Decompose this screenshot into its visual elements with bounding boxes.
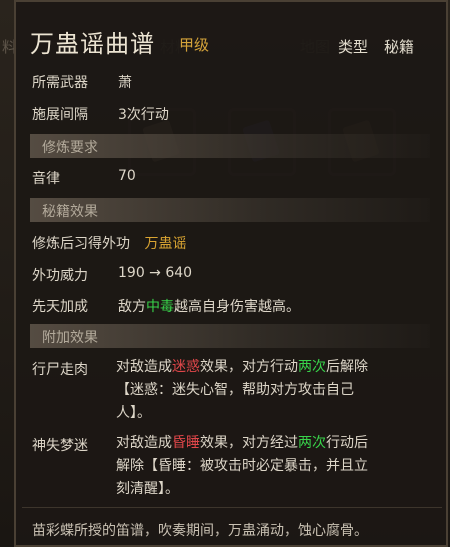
flavor-text: 苗彩蝶所授的笛谱，吹奏期间，万蛊涌动，蚀心腐骨。 bbox=[32, 523, 368, 539]
effect-text: 刻清醒】。 bbox=[116, 481, 179, 497]
effect-text: 【迷惑：迷失心智，帮助对方攻击自己 bbox=[116, 382, 354, 398]
type-label: 类型 bbox=[338, 38, 369, 56]
rhythm-label: 音律 bbox=[32, 171, 60, 187]
innate-highlight: 中毒 bbox=[146, 299, 174, 315]
innate-row: 先天加成 敌方中毒越高自身伤害越高。 bbox=[32, 296, 300, 316]
innate-value: 敌方中毒越高自身伤害越高。 bbox=[118, 296, 300, 316]
effect-count: 两次 bbox=[298, 359, 326, 375]
rhythm-row: 音律 70 bbox=[32, 168, 136, 188]
innate-label: 先天加成 bbox=[32, 299, 88, 315]
section-secret: 秘籍效果 bbox=[30, 198, 430, 222]
effect-description: 对敌造成昏睡效果，对方经过两次行动后 解除【昏睡：被攻击时必定暴击，并且立 刻清… bbox=[116, 432, 431, 501]
effect-status: 迷惑 bbox=[172, 359, 200, 375]
effect-text: 对敌造成 bbox=[116, 359, 172, 375]
power-label: 外功威力 bbox=[32, 268, 88, 284]
learn-label: 修炼后习得外功 bbox=[32, 236, 130, 252]
item-tooltip: 万蛊谣曲谱 甲级 类型 秘籍 所需武器 萧 施展间隔 3次行动 修炼要求 音律 … bbox=[14, 0, 448, 547]
power-row: 外功威力 190 → 640 bbox=[32, 265, 192, 285]
effect-text: 效果，对方经过 bbox=[200, 435, 298, 451]
item-grade: 甲级 bbox=[179, 36, 210, 54]
type-value: 秘籍 bbox=[384, 38, 415, 56]
section-secret-heading: 秘籍效果 bbox=[42, 204, 98, 220]
divider bbox=[22, 507, 442, 508]
effect-text: 人】。 bbox=[116, 405, 151, 421]
effect-text: 对敌造成 bbox=[116, 435, 172, 451]
section-training-heading: 修炼要求 bbox=[42, 140, 98, 156]
rhythm-value: 70 bbox=[118, 168, 136, 184]
innate-text-post: 越高自身伤害越高。 bbox=[174, 299, 300, 315]
section-training: 修炼要求 bbox=[30, 134, 430, 158]
effect-description: 对敌造成迷惑效果，对方行动两次后解除 【迷惑：迷失心智，帮助对方攻击自己 人】。 bbox=[116, 356, 431, 425]
weapon-row: 所需武器 萧 bbox=[32, 72, 132, 92]
section-extra: 附加效果 bbox=[30, 324, 430, 348]
interval-row: 施展间隔 3次行动 bbox=[32, 104, 169, 124]
learn-row: 修炼后习得外功 万蛊谣 bbox=[32, 233, 186, 253]
interval-value: 3次行动 bbox=[118, 107, 169, 123]
item-title: 万蛊谣曲谱 bbox=[30, 30, 155, 58]
effect-status: 昏睡 bbox=[172, 435, 200, 451]
effect-text: 解除【昏睡：被攻击时必定暴击，并且立 bbox=[116, 458, 368, 474]
effect-text: 效果，对方行动 bbox=[200, 359, 298, 375]
effect-name: 行尸走肉 bbox=[32, 362, 88, 378]
weapon-label: 所需武器 bbox=[32, 75, 88, 91]
effect-text: 后解除 bbox=[326, 359, 368, 375]
power-value: 190 → 640 bbox=[118, 265, 193, 281]
effect-count: 两次 bbox=[298, 435, 326, 451]
effect-name: 神失梦迷 bbox=[32, 438, 88, 454]
section-extra-heading: 附加效果 bbox=[42, 330, 98, 346]
innate-text-pre: 敌方 bbox=[118, 299, 146, 315]
weapon-value: 萧 bbox=[118, 75, 132, 91]
learn-value: 万蛊谣 bbox=[144, 236, 187, 252]
interval-label: 施展间隔 bbox=[32, 107, 88, 123]
effect-text: 行动后 bbox=[326, 435, 368, 451]
